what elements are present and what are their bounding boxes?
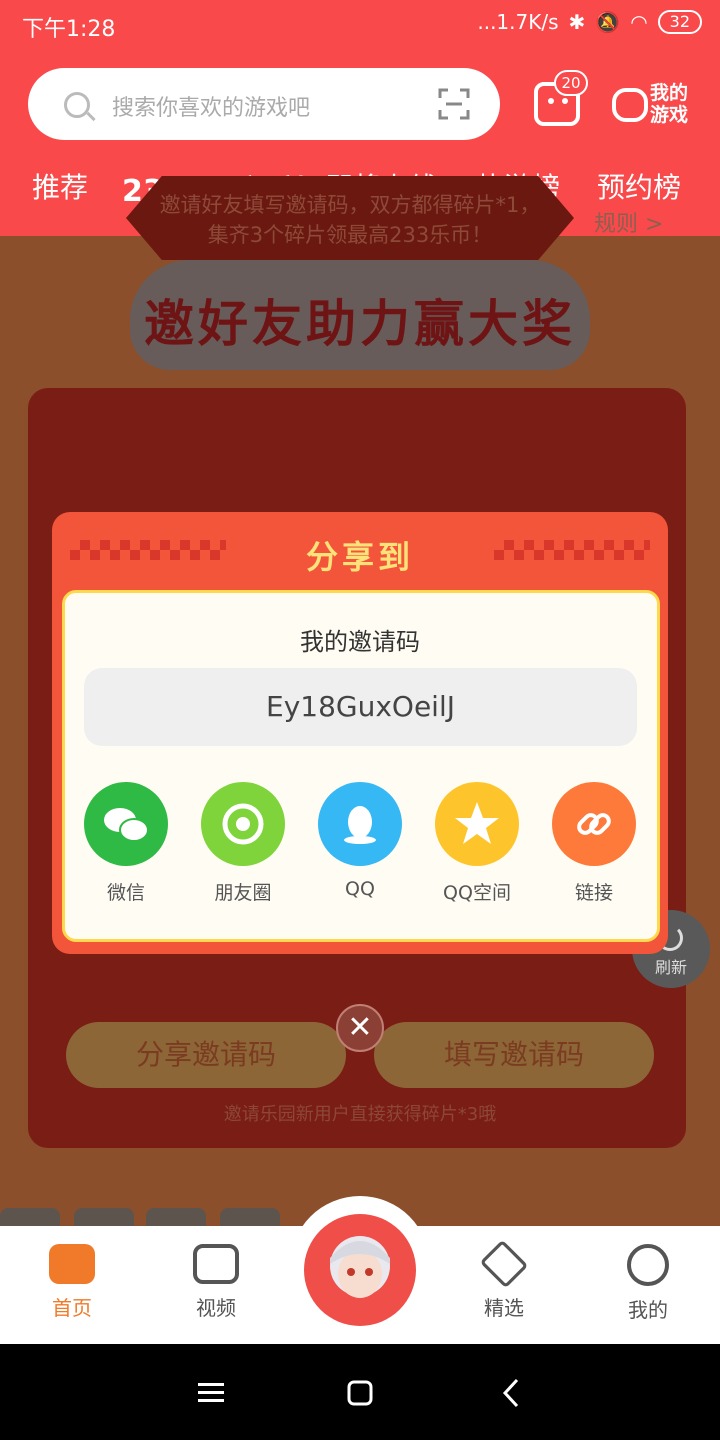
search-icon: [64, 92, 90, 118]
my-games-button[interactable]: 我的游戏: [612, 82, 702, 128]
network-speed: ...1.7K/s: [477, 10, 559, 34]
search-placeholder: 搜索你喜欢的游戏吧: [112, 96, 311, 121]
avatar[interactable]: [304, 1214, 416, 1326]
tab-reservation-chart[interactable]: 预约榜: [597, 166, 681, 206]
video-icon: [193, 1244, 239, 1284]
share-label: 微信: [106, 882, 145, 904]
mute-icon: 🔕: [595, 10, 621, 34]
share-moments[interactable]: 朋友圈: [188, 782, 298, 905]
status-time: 下午1:28: [22, 17, 116, 42]
featured-icon: [479, 1239, 529, 1289]
invite-code-label: 我的邀请码: [300, 628, 420, 656]
nav-home-label: 首页: [52, 1296, 92, 1320]
nav-video-label: 视频: [196, 1296, 236, 1320]
moments-icon: [201, 782, 285, 866]
status-bar: 下午1:28 ...1.7K/s ✱ 🔕 ◠ 32: [0, 0, 720, 50]
qq-icon: [318, 782, 402, 866]
share-qzone[interactable]: QQ空间: [422, 782, 532, 905]
banner-text: 邀请好友填写邀请码，双方都得碎片*1，集齐3个碎片领最高233乐币！: [159, 193, 541, 247]
wechat-icon: [84, 782, 168, 866]
nav-mine-label: 我的: [628, 1298, 668, 1322]
rules-link[interactable]: 规则 >: [594, 206, 663, 238]
profile-icon: [627, 1244, 669, 1286]
link-icon: [552, 782, 636, 866]
share-label: 链接: [574, 882, 613, 904]
promo-note: 邀请乐园新用户直接获得碎片*3哦: [223, 1104, 497, 1125]
fill-code-button[interactable]: 填写邀请码: [374, 1022, 654, 1088]
nav-video[interactable]: 视频: [166, 1244, 266, 1321]
nav-featured[interactable]: 精选: [454, 1239, 554, 1321]
nav-mine[interactable]: 我的: [598, 1244, 698, 1323]
home-button-icon[interactable]: [347, 1380, 373, 1406]
promo-title: 邀好友助力赢大奖: [144, 295, 576, 353]
nav-home[interactable]: 首页: [22, 1244, 122, 1321]
search-input[interactable]: 搜索你喜欢的游戏吧: [28, 68, 500, 140]
share-wechat[interactable]: 微信: [71, 782, 181, 905]
battery-icon: 32: [657, 10, 702, 34]
nav-featured-label: 精选: [484, 1296, 524, 1320]
popup-title: 分享到: [305, 538, 414, 576]
back-icon[interactable]: [502, 1378, 520, 1408]
share-qq[interactable]: QQ: [305, 782, 415, 900]
home-icon: [49, 1244, 95, 1284]
share-link[interactable]: 链接: [539, 782, 649, 905]
gamepad-icon: [612, 88, 648, 122]
share-label: QQ: [345, 878, 375, 900]
menu-icon[interactable]: [198, 1382, 224, 1404]
wifi-icon: ◠: [630, 10, 648, 34]
share-label: 朋友圈: [214, 882, 272, 904]
share-label: QQ空间: [443, 882, 511, 904]
my-games-label: 我的游戏: [650, 82, 689, 126]
scan-icon[interactable]: [438, 88, 470, 120]
tab-recommend[interactable]: 推荐: [32, 166, 88, 206]
bluetooth-icon: ✱: [568, 10, 586, 34]
close-popup-button[interactable]: ✕: [336, 1004, 384, 1052]
qzone-icon: [435, 782, 519, 866]
system-nav-bar: [0, 1344, 720, 1440]
invite-code-field[interactable]: Ey18GuxOeilJ: [84, 668, 637, 746]
share-code-button[interactable]: 分享邀请码: [66, 1022, 346, 1088]
message-badge: 20: [554, 70, 588, 96]
